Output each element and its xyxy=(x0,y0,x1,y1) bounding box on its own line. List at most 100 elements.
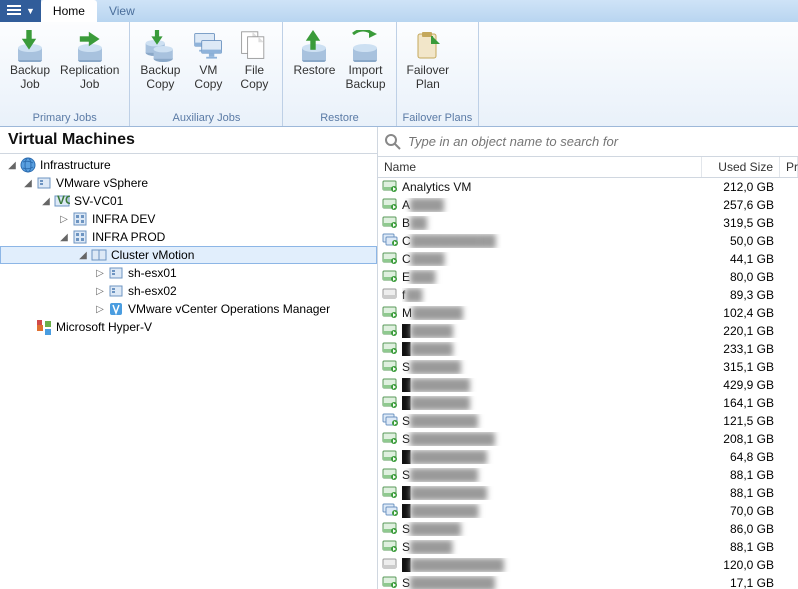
expand-icon[interactable]: ▷ xyxy=(58,214,70,225)
table-row[interactable]: A████257,6 GB xyxy=(378,196,798,214)
table-row[interactable]: ████████164,1 GB xyxy=(378,394,798,412)
ribbon-group-aux: Backup Copy VM Copy File Copy Auxiliary … xyxy=(130,22,283,126)
table-row[interactable]: ████████████120,0 GB xyxy=(378,556,798,574)
vapp-icon xyxy=(108,301,124,317)
table-row[interactable]: ██████233,1 GB xyxy=(378,340,798,358)
restore-button[interactable]: Restore xyxy=(289,26,339,110)
hyperv-icon xyxy=(36,319,52,335)
table-row[interactable]: █████████70,0 GB xyxy=(378,502,798,520)
table-row[interactable]: ██████████88,1 GB xyxy=(378,484,798,502)
group-label-aux: Auxiliary Jobs xyxy=(136,110,276,126)
expand-icon[interactable]: ◢ xyxy=(6,160,18,171)
table-row[interactable]: S██████315,1 GB xyxy=(378,358,798,376)
vm-name: S█████ xyxy=(402,540,702,554)
expand-icon[interactable]: ◢ xyxy=(22,178,34,189)
tab-home[interactable]: Home xyxy=(41,0,97,22)
tree-node-vsphere[interactable]: ◢ VMware vSphere xyxy=(0,174,377,192)
table-row[interactable]: M██████102,4 GB xyxy=(378,304,798,322)
vcenter-icon xyxy=(54,193,70,209)
table-row[interactable]: S██████████17,1 GB xyxy=(378,574,798,589)
vm-size: 429,9 GB xyxy=(702,378,780,392)
right-pane: Name Used Size Pr Analytics VM212,0 GBA█… xyxy=(378,127,798,589)
tree-node-vc01[interactable]: ◢ SV-VC01 xyxy=(0,192,377,210)
expand-icon[interactable]: ◢ xyxy=(40,196,52,207)
tree-label: SV-VC01 xyxy=(72,194,123,208)
tree-node-infra-prod[interactable]: ◢ INFRA PROD xyxy=(0,228,377,246)
backup-job-button[interactable]: Backup Job xyxy=(6,26,54,110)
vm-name: Analytics VM xyxy=(402,180,702,194)
tree-node-esx02[interactable]: ▷ sh-esx02 xyxy=(0,282,377,300)
vm-name: B██ xyxy=(402,216,702,230)
table-row[interactable]: S████████121,5 GB xyxy=(378,412,798,430)
table-row[interactable]: S████████88,1 GB xyxy=(378,466,798,484)
group-label-restore: Restore xyxy=(289,110,389,126)
tree-node-esx01[interactable]: ▷ sh-esx01 xyxy=(0,264,377,282)
datacenter-icon xyxy=(72,229,88,245)
table-row[interactable]: C████44,1 GB xyxy=(378,250,798,268)
file-copy-label: File Copy xyxy=(240,64,268,92)
expand-icon[interactable]: ▷ xyxy=(94,268,106,279)
vm-size: 86,0 GB xyxy=(702,522,780,536)
vm-name: S██████████ xyxy=(402,432,702,446)
vm-size: 220,1 GB xyxy=(702,324,780,338)
backup-copy-label: Backup Copy xyxy=(140,64,180,92)
tab-view[interactable]: View xyxy=(97,0,147,22)
vm-name: S████████ xyxy=(402,414,702,428)
table-row[interactable]: f██89,3 GB xyxy=(378,286,798,304)
vm-name: ██████ xyxy=(402,342,702,356)
vm-name: E███ xyxy=(402,270,702,284)
arrow-down-disk-icon xyxy=(14,30,46,62)
column-used-size[interactable]: Used Size xyxy=(702,157,780,177)
tree-node-hyperv[interactable]: Microsoft Hyper-V xyxy=(0,318,377,336)
table-row[interactable]: S██████86,0 GB xyxy=(378,520,798,538)
table-row[interactable]: B██319,5 GB xyxy=(378,214,798,232)
vm-copy-button[interactable]: VM Copy xyxy=(186,26,230,110)
expand-icon[interactable]: ▷ xyxy=(94,286,106,297)
vm-name: A████ xyxy=(402,198,702,212)
file-copy-button[interactable]: File Copy xyxy=(232,26,276,110)
ribbon-group-primary: Backup Job Replication Job Primary Jobs xyxy=(0,22,130,126)
vm-icon xyxy=(382,359,398,375)
tree-node-infra-dev[interactable]: ▷ INFRA DEV xyxy=(0,210,377,228)
file-copy-icon xyxy=(238,30,270,62)
backup-copy-button[interactable]: Backup Copy xyxy=(136,26,184,110)
table-row[interactable]: ██████220,1 GB xyxy=(378,322,798,340)
vm-icon xyxy=(382,485,398,501)
table-row[interactable]: ██████████64,8 GB xyxy=(378,448,798,466)
expand-icon[interactable]: ▷ xyxy=(94,304,106,315)
app-menu-button[interactable]: ▼ xyxy=(0,0,41,22)
column-pr[interactable]: Pr xyxy=(780,157,798,177)
vm-name: ██████████ xyxy=(402,486,702,500)
column-name[interactable]: Name xyxy=(378,157,702,177)
vm-name: S██████████ xyxy=(402,576,702,589)
table-row[interactable]: S█████88,1 GB xyxy=(378,538,798,556)
replication-job-button[interactable]: Replication Job xyxy=(56,26,123,110)
tree-node-cluster-vmotion[interactable]: ◢ Cluster vMotion xyxy=(0,246,377,264)
vm-name: ████████ xyxy=(402,378,702,392)
vm-name: S██████ xyxy=(402,360,702,374)
vm-icon xyxy=(382,377,398,393)
vsphere-icon xyxy=(36,175,52,191)
table-row[interactable]: Analytics VM212,0 GB xyxy=(378,178,798,196)
vm-icon xyxy=(382,575,398,589)
vm-size: 17,1 GB xyxy=(702,576,780,589)
table-row[interactable]: S██████████208,1 GB xyxy=(378,430,798,448)
vm-icon xyxy=(382,215,398,231)
import-backup-button[interactable]: Import Backup xyxy=(341,26,389,110)
arrow-right-disk-icon xyxy=(74,30,106,62)
search-input[interactable] xyxy=(408,134,792,149)
cluster-icon xyxy=(91,247,107,263)
table-row[interactable]: ████████429,9 GB xyxy=(378,376,798,394)
expand-icon[interactable]: ◢ xyxy=(77,250,89,261)
tree-node-vcops[interactable]: ▷ VMware vCenter Operations Manager xyxy=(0,300,377,318)
expand-icon[interactable]: ◢ xyxy=(58,232,70,243)
tree-node-infrastructure[interactable]: ◢ Infrastructure xyxy=(0,156,377,174)
table-row[interactable]: E███80,0 GB xyxy=(378,268,798,286)
host-icon xyxy=(108,265,124,281)
table-row[interactable]: C██████████50,0 GB xyxy=(378,232,798,250)
vm-size: 50,0 GB xyxy=(702,234,780,248)
import-icon xyxy=(349,30,381,62)
failover-plan-button[interactable]: Failover Plan xyxy=(403,26,454,110)
vm-size: 319,5 GB xyxy=(702,216,780,230)
vm-icon xyxy=(382,539,398,555)
